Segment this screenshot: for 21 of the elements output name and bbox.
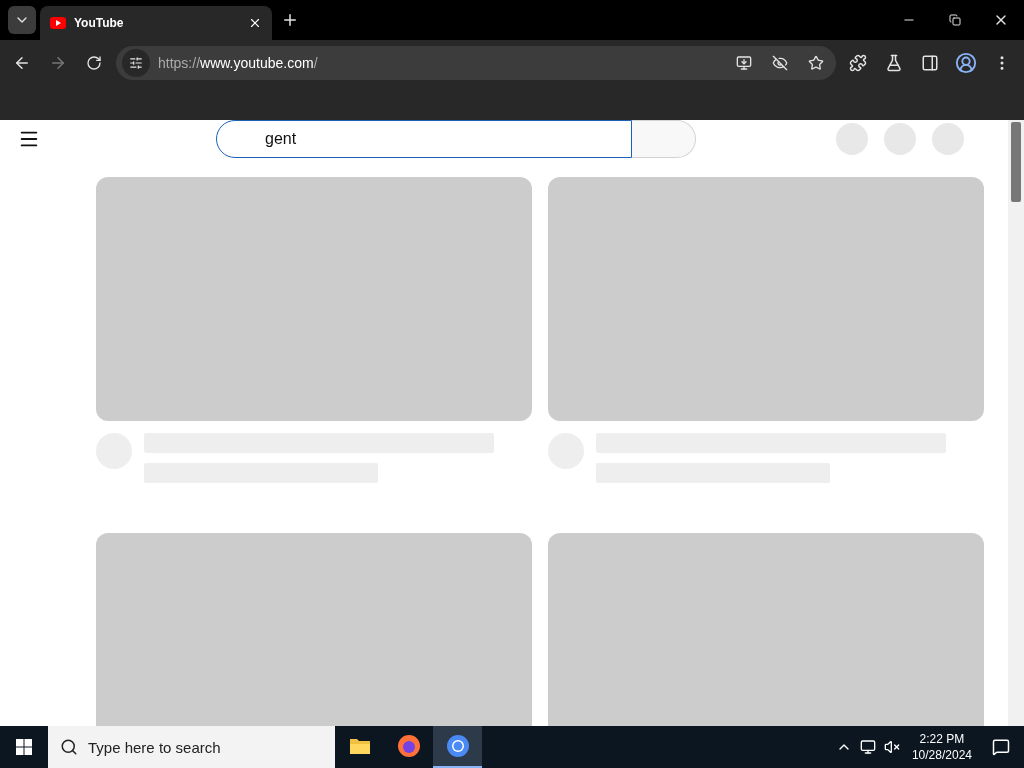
close-tab-icon[interactable] xyxy=(248,16,262,30)
windows-logo-icon xyxy=(16,739,32,755)
clock[interactable]: 2:22 PM 10/28/2024 xyxy=(911,731,972,763)
plus-icon[interactable] xyxy=(281,11,299,29)
taskbar-app[interactable] xyxy=(433,726,482,768)
chrome-icon xyxy=(445,734,470,758)
notifications-icon[interactable] xyxy=(992,738,1010,756)
restore-icon[interactable] xyxy=(949,14,961,26)
taskbar-search-field[interactable]: Type here to search xyxy=(48,726,335,768)
tab-search-button[interactable] xyxy=(8,6,36,34)
search-field[interactable]: gent xyxy=(216,120,632,158)
play-logo-icon xyxy=(50,17,66,29)
site-settings-icon[interactable] xyxy=(122,48,150,77)
address-bar[interactable]: https://www.youtube.com/ xyxy=(116,45,836,80)
folder-icon xyxy=(348,737,371,755)
firefox-icon xyxy=(396,734,421,758)
network-icon[interactable] xyxy=(859,739,876,755)
reload-icon[interactable] xyxy=(86,54,102,71)
search-icon xyxy=(60,738,78,756)
muted-volume-icon[interactable] xyxy=(883,739,900,755)
browser-tab[interactable]: YouTube xyxy=(40,6,272,40)
